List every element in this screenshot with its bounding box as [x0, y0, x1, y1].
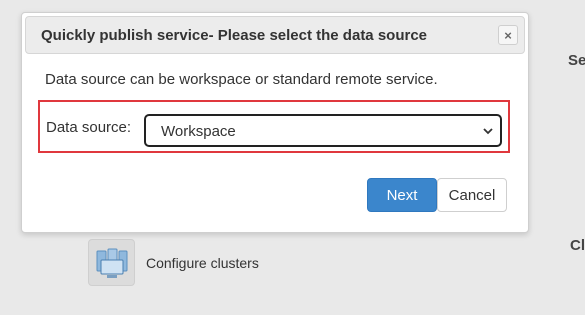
data-source-select[interactable]: Workspace — [144, 114, 502, 147]
background-section-label-bottom: Cl — [570, 237, 585, 254]
configure-clusters-item[interactable]: Configure clusters — [88, 239, 259, 286]
configure-clusters-label: Configure clusters — [146, 254, 259, 271]
close-icon: × — [504, 27, 512, 43]
next-button[interactable]: Next — [367, 178, 437, 212]
data-source-selected-value: Workspace — [161, 123, 236, 140]
publish-service-dialog: Quickly publish service- Please select t… — [21, 12, 529, 233]
server-cluster-icon — [88, 239, 135, 286]
dialog-description: Data source can be workspace or standard… — [45, 71, 438, 88]
data-source-field-highlight: Data source: Workspace — [38, 100, 510, 153]
dialog-header: Quickly publish service- Please select t… — [25, 16, 525, 54]
dialog-title: Quickly publish service- Please select t… — [41, 27, 428, 44]
close-button[interactable]: × — [498, 25, 518, 45]
chevron-down-icon — [483, 128, 493, 135]
cancel-button[interactable]: Cancel — [437, 178, 507, 212]
background-section-label-top: Se — [568, 52, 585, 69]
data-source-label: Data source: — [46, 119, 132, 136]
